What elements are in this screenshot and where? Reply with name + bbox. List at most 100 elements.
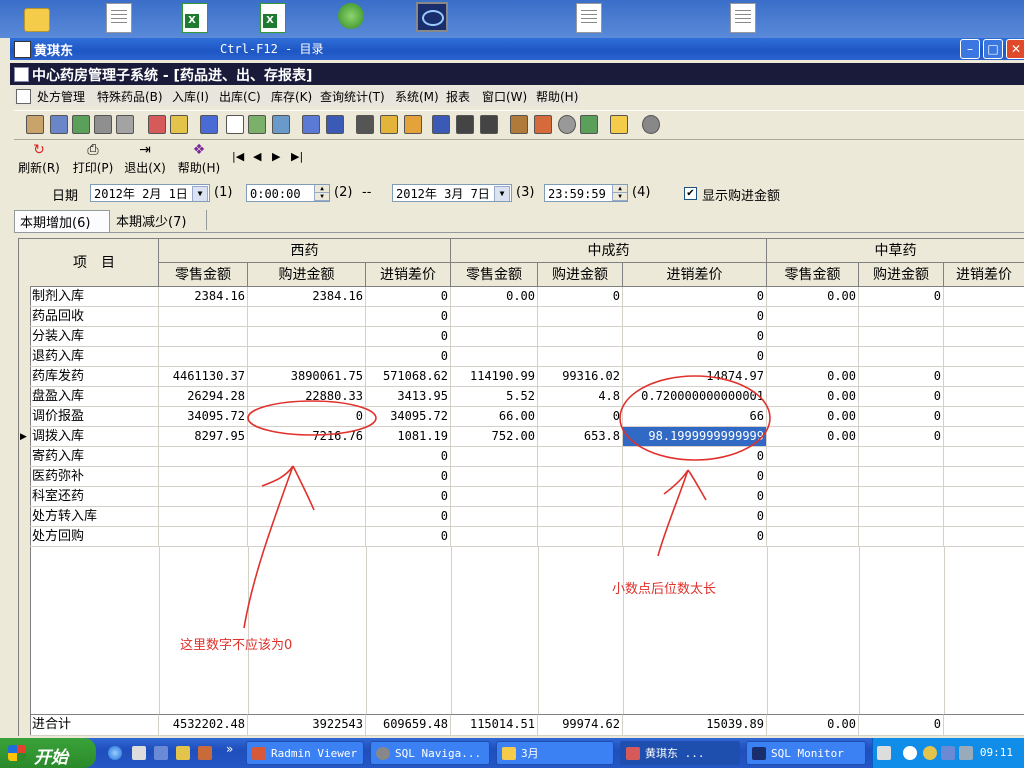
table-cell[interactable] [859,327,944,347]
document-icon[interactable] [730,3,756,33]
last-record-button[interactable]: ▶| [291,150,303,163]
table-cell[interactable] [248,307,366,327]
task-sql-navigator[interactable]: SQL Naviga... [370,741,490,765]
table-cell[interactable]: 0 [859,387,944,407]
table-cell[interactable] [859,347,944,367]
table-cell[interactable]: 0 [623,507,767,527]
toolbar-icon[interactable] [200,115,218,134]
row-label[interactable]: 药品回收 [30,307,159,327]
table-cell[interactable] [767,327,859,347]
column-header[interactable]: 零售金额 [159,263,248,287]
table-cell[interactable]: 7216.76 [248,427,366,447]
table-cell[interactable]: 0 [366,527,451,547]
table-cell[interactable]: 0 [623,487,767,507]
folder-icon[interactable] [24,8,50,32]
table-cell[interactable]: 4461130.37 [159,367,248,387]
table-cell[interactable] [944,367,1024,387]
row-label[interactable]: 药库发药 [30,367,159,387]
table-cell[interactable]: 98.1999999999999 [623,427,767,447]
column-header[interactable]: 进销差价 [944,263,1024,287]
table-cell[interactable]: 0 [366,447,451,467]
table-cell[interactable]: 0.00 [767,427,859,447]
table-cell[interactable] [859,447,944,467]
table-cell[interactable] [159,507,248,527]
tray-icon[interactable] [959,746,973,760]
table-cell[interactable]: 3413.95 [366,387,451,407]
table-cell[interactable] [451,307,538,327]
column-header[interactable]: 购进金额 [248,263,366,287]
table-cell[interactable] [451,447,538,467]
table-cell[interactable] [944,507,1024,527]
table-cell[interactable] [248,527,366,547]
table-cell[interactable] [159,527,248,547]
table-cell[interactable]: 0.720000000000001 [623,387,767,407]
toolbar-icon[interactable] [510,115,528,134]
network-icon[interactable] [941,746,955,760]
tab-period-decrease[interactable]: 本期减少(7) [111,210,207,230]
table-cell[interactable] [159,347,248,367]
table-cell[interactable]: 0 [859,407,944,427]
table-cell[interactable] [944,387,1024,407]
table-cell[interactable]: 5.52 [451,387,538,407]
table-cell[interactable] [451,527,538,547]
search-icon[interactable] [558,115,576,134]
toolbar-icon[interactable] [642,115,660,134]
menu-stock-out[interactable]: 出库(C) [219,88,261,105]
table-cell[interactable] [944,487,1024,507]
row-label[interactable]: 调价报盈 [30,407,159,427]
table-cell[interactable]: 22880.33 [248,387,366,407]
show-cost-checkbox[interactable]: ✔ [684,187,697,200]
document-icon[interactable] [132,746,146,760]
quicklaunch-icon[interactable] [198,746,212,760]
table-cell[interactable]: 752.00 [451,427,538,447]
table-cell[interactable]: 0 [366,327,451,347]
bell-icon[interactable] [380,115,398,134]
exit-button[interactable]: ⇥ 退出(X) [120,142,170,176]
table-cell[interactable] [767,507,859,527]
menu-inventory[interactable]: 库存(K) [271,88,312,105]
table-cell[interactable] [859,507,944,527]
toolbar-icon[interactable] [326,115,344,134]
toolbar-icon[interactable] [356,115,374,134]
table-cell[interactable]: 0 [859,287,944,307]
row-label[interactable]: 盘盈入库 [30,387,159,407]
table-cell[interactable] [451,487,538,507]
end-date-picker[interactable]: 2012年 3月 7日 ▼ [392,184,512,202]
column-header[interactable]: 购进金额 [538,263,623,287]
table-cell[interactable]: 0.00 [767,407,859,427]
document-icon[interactable] [576,3,602,33]
table-cell[interactable]: 2384.16 [248,287,366,307]
table-cell[interactable] [159,467,248,487]
table-cell[interactable]: 66.00 [451,407,538,427]
table-cell[interactable]: 0 [623,347,767,367]
table-cell[interactable] [944,427,1024,447]
table-cell[interactable]: 0 [623,527,767,547]
start-time-field[interactable]: 0:00:00 ▲ ▼ [246,184,330,202]
menu-prescription[interactable]: 处方管理 [37,88,85,105]
toolbar-icon[interactable] [116,115,134,134]
table-cell[interactable] [248,327,366,347]
sql-monitor-icon[interactable] [416,2,448,32]
table-cell[interactable]: 0.00 [767,367,859,387]
row-label[interactable]: 分装入库 [30,327,159,347]
table-cell[interactable] [944,327,1024,347]
table-cell[interactable] [767,307,859,327]
table-cell[interactable]: 0 [248,407,366,427]
table-cell[interactable]: 1081.19 [366,427,451,447]
table-cell[interactable]: 4.8 [538,387,623,407]
table-cell[interactable]: 0 [538,287,623,307]
table-cell[interactable] [859,467,944,487]
menu-special-drugs[interactable]: 特殊药品(B) [97,88,163,105]
close-button[interactable]: ✕ [1006,39,1024,59]
table-cell[interactable]: 0 [623,307,767,327]
toolbar-icon[interactable] [26,115,44,134]
table-cell[interactable] [944,347,1024,367]
toolbar-icon[interactable] [456,115,474,134]
table-cell[interactable] [944,307,1024,327]
table-cell[interactable]: 0 [366,487,451,507]
table-cell[interactable]: 14874.97 [623,367,767,387]
table-cell[interactable] [767,447,859,467]
table-cell[interactable] [159,327,248,347]
column-header[interactable]: 购进金额 [859,263,944,287]
menu-system[interactable]: 系统(M) [395,88,439,105]
